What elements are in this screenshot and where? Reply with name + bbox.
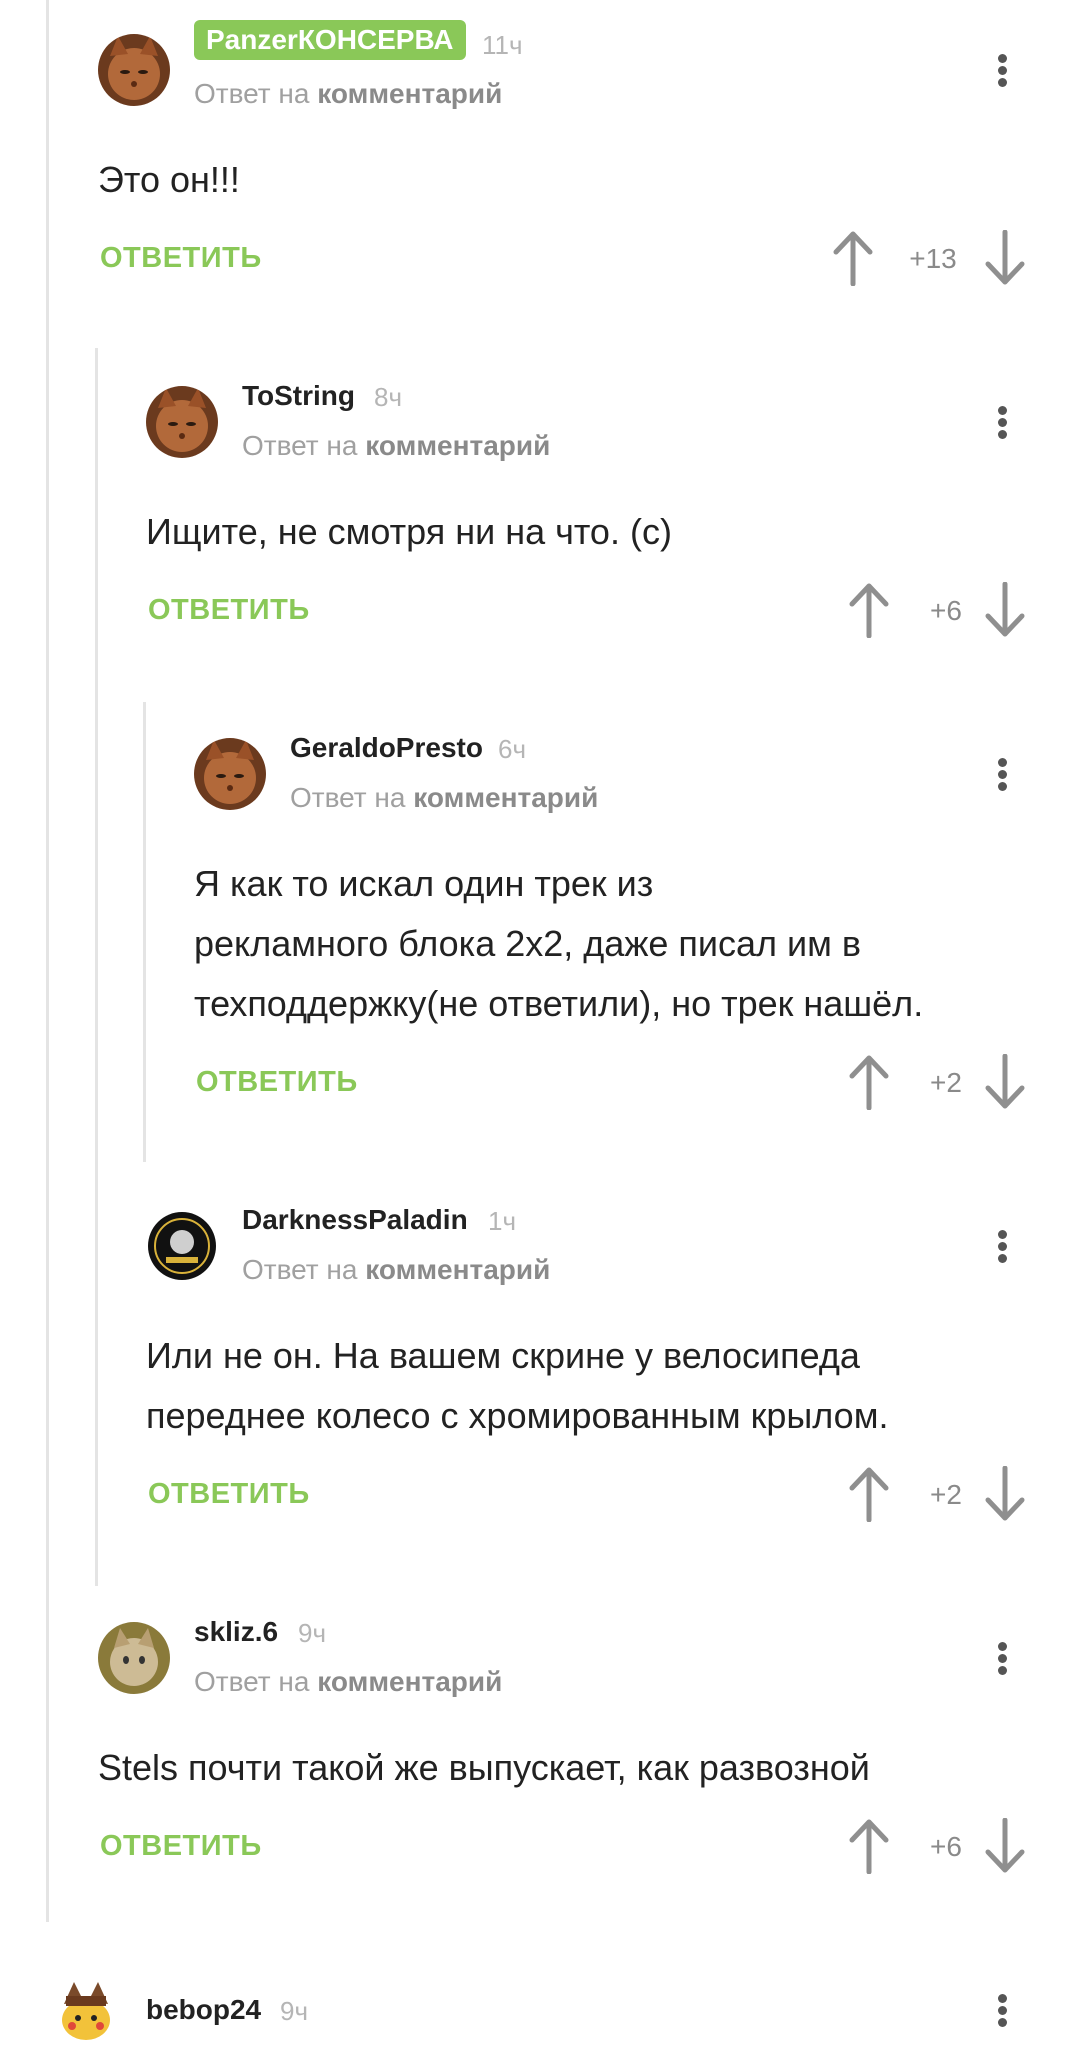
author-name[interactable]: skliz.6 xyxy=(194,1616,278,1648)
upvote-arrow-icon[interactable] xyxy=(846,1466,892,1522)
reply-button[interactable]: ОТВЕТИТЬ xyxy=(100,242,262,275)
reply-button[interactable]: ОТВЕТИТЬ xyxy=(148,594,310,627)
reply-to-prefix: Ответ на xyxy=(194,78,310,109)
comment-text-line: Я как то искал один трек из xyxy=(194,863,654,904)
more-options-icon[interactable] xyxy=(982,1980,1022,2040)
comment-text-line: Это он!!! xyxy=(98,159,240,200)
reply-to-link[interactable]: комментарий xyxy=(365,430,550,461)
reply-to-prefix: Ответ на xyxy=(242,430,358,461)
reply-to-link[interactable]: комментарий xyxy=(317,78,502,109)
thread-line-level2 xyxy=(143,702,146,1162)
author-name[interactable]: bebop24 xyxy=(146,1994,261,2026)
downvote-arrow-icon[interactable] xyxy=(982,1818,1028,1874)
vote-score: +6 xyxy=(930,595,962,626)
comment-text-line: переднее колесо с хромированным крылом. xyxy=(146,1395,889,1436)
reply-button[interactable]: ОТВЕТИТЬ xyxy=(148,1478,310,1511)
comment-time: 8ч xyxy=(374,382,403,412)
more-options-icon[interactable] xyxy=(982,744,1022,804)
avatar[interactable] xyxy=(50,1974,122,2046)
author-name[interactable]: ToString xyxy=(242,380,355,412)
comment-text: Я как то искал один трек из рекламного б… xyxy=(194,854,923,1034)
comment-text-line: Ищите, не смотря ни на что. (с) xyxy=(146,511,672,552)
reply-to-prefix: Ответ на xyxy=(242,1254,358,1285)
reply-button[interactable]: ОТВЕТИТЬ xyxy=(100,1830,262,1863)
avatar[interactable] xyxy=(98,1622,170,1694)
upvote-arrow-icon[interactable] xyxy=(846,1054,892,1110)
reply-to: Ответ на комментарий xyxy=(194,1666,502,1698)
more-options-icon[interactable] xyxy=(982,1628,1022,1688)
comment-text: Stels почти такой же выпускает, как разв… xyxy=(98,1738,870,1798)
downvote-arrow-icon[interactable] xyxy=(982,1466,1028,1522)
downvote-arrow-icon[interactable] xyxy=(982,1054,1028,1110)
more-options-icon[interactable] xyxy=(982,392,1022,452)
comment-time: 9ч xyxy=(298,1618,327,1648)
reply-to: Ответ на комментарий xyxy=(290,782,598,814)
more-options-icon[interactable] xyxy=(982,40,1022,100)
more-options-icon[interactable] xyxy=(982,1216,1022,1276)
comment-text-line: Stels почти такой же выпускает, как разв… xyxy=(98,1747,870,1788)
reply-to-link[interactable]: комментарий xyxy=(317,1666,502,1697)
avatar[interactable] xyxy=(194,738,266,810)
vote-score: +13 xyxy=(909,243,957,274)
comment-text-line: рекламного блока 2х2, даже писал им в xyxy=(194,923,862,964)
vote-score: +2 xyxy=(930,1067,962,1098)
thread-line-level1 xyxy=(95,348,98,1586)
reply-to: Ответ на комментарий xyxy=(242,430,550,462)
upvote-arrow-icon[interactable] xyxy=(830,230,876,286)
comment-time: 11ч xyxy=(482,30,523,60)
reply-to: Ответ на комментарий xyxy=(242,1254,550,1286)
comment-text-line: Или не он. На вашем скрине у велосипеда xyxy=(146,1335,860,1376)
comment: skliz.6 9ч Ответ на комментарий Stels по… xyxy=(98,1608,1038,1888)
comment: GeraldoPresto 6ч Ответ на комментарий Я … xyxy=(194,724,1038,1124)
comment: ToString 8ч Ответ на комментарий Ищите, … xyxy=(146,372,1038,652)
avatar[interactable] xyxy=(146,386,218,458)
reply-to-prefix: Ответ на xyxy=(194,1666,310,1697)
comment-text: Ищите, не смотря ни на что. (с) xyxy=(146,502,672,562)
downvote-arrow-icon[interactable] xyxy=(982,230,1028,286)
reply-to-link[interactable]: комментарий xyxy=(413,782,598,813)
avatar[interactable] xyxy=(98,34,170,106)
comment-time: 9ч xyxy=(280,1996,309,2026)
comment-text: Это он!!! xyxy=(98,150,240,210)
thread-line-root xyxy=(46,0,49,1922)
comment-time: 6ч xyxy=(498,734,527,764)
downvote-arrow-icon[interactable] xyxy=(982,582,1028,638)
comment: PanzerКОНСЕРВА 11ч Ответ на комментарий … xyxy=(98,20,1038,300)
comment-time: 1ч xyxy=(488,1206,517,1236)
author-name[interactable]: DarknessPaladin xyxy=(242,1204,468,1236)
comment: bebop24 9ч xyxy=(50,1960,1038,2067)
author-name[interactable]: PanzerКОНСЕРВА xyxy=(194,20,466,60)
reply-to-prefix: Ответ на xyxy=(290,782,406,813)
reply-to-link[interactable]: комментарий xyxy=(365,1254,550,1285)
upvote-arrow-icon[interactable] xyxy=(846,1818,892,1874)
comment-text: Или не он. На вашем скрине у велосипеда … xyxy=(146,1326,888,1446)
reply-to: Ответ на комментарий xyxy=(194,78,502,110)
vote-score: +6 xyxy=(930,1831,962,1862)
comment: DarknessPaladin 1ч Ответ на комментарий … xyxy=(146,1196,1038,1536)
author-name[interactable]: GeraldoPresto xyxy=(290,732,483,764)
reply-button[interactable]: ОТВЕТИТЬ xyxy=(196,1066,358,1099)
comment-text-line: техподдержку(не ответили), но трек нашёл… xyxy=(194,983,924,1024)
vote-score: +2 xyxy=(930,1479,962,1510)
upvote-arrow-icon[interactable] xyxy=(846,582,892,638)
avatar[interactable] xyxy=(146,1210,218,1282)
